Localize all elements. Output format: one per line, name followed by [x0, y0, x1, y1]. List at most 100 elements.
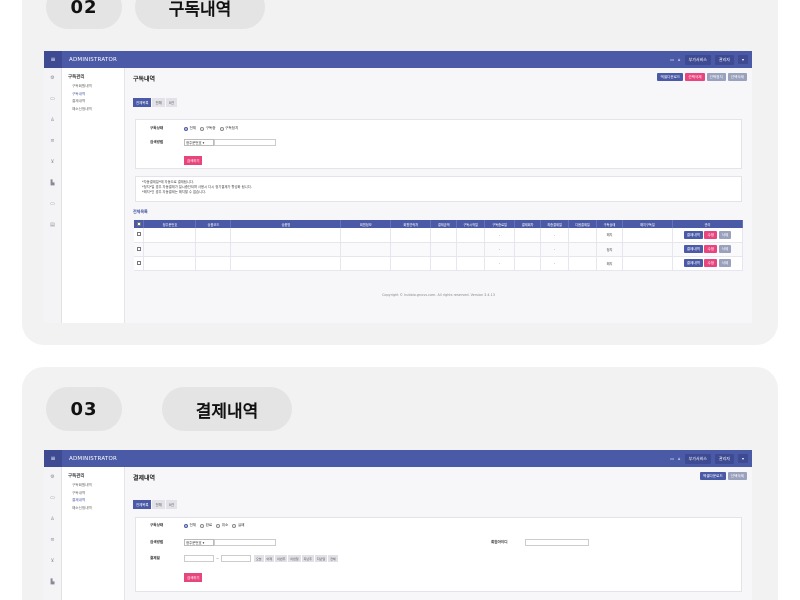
- submenu-item[interactable]: 구독회원내역: [72, 84, 118, 89]
- edit-button[interactable]: 수정: [704, 230, 718, 239]
- chart-icon[interactable]: ▙: [44, 173, 61, 194]
- column-header[interactable]: 구독종료일: [484, 220, 516, 228]
- topbar-link[interactable]: 부가서비스: [684, 453, 711, 464]
- column-header[interactable]: 정주문번호: [143, 220, 197, 228]
- checkbox-icon: [136, 246, 141, 251]
- menu-icon[interactable]: ≡: [44, 51, 62, 68]
- delete-selected-button[interactable]: 선택삭제: [727, 472, 747, 480]
- status-radio-failed[interactable]: 실패: [232, 523, 245, 528]
- date-button[interactable]: 전체: [328, 555, 338, 562]
- end-date-input[interactable]: [221, 555, 252, 562]
- search-input[interactable]: [214, 139, 276, 146]
- select-all-checkbox[interactable]: [134, 220, 145, 228]
- payment-history-button[interactable]: 결제내역: [683, 259, 703, 267]
- row-checkbox[interactable]: [134, 242, 145, 257]
- date-button[interactable]: 지난주: [301, 555, 314, 562]
- excel-download-button[interactable]: 엑셀다운로드: [699, 472, 726, 480]
- status-radio-paused[interactable]: 구독정지: [219, 126, 238, 131]
- column-header[interactable]: 회원정보: [340, 220, 392, 228]
- topbar-link[interactable]: 관리자: [714, 54, 734, 65]
- date-button[interactable]: 어제: [264, 555, 275, 562]
- monitor-icon[interactable]: ▭: [670, 57, 674, 62]
- column-header[interactable]: 다음결제일: [568, 220, 598, 228]
- search-button[interactable]: 검색하기: [184, 573, 203, 582]
- submenu-item[interactable]: 구독내역: [72, 92, 118, 97]
- column-header[interactable]: 구독시작일: [456, 220, 486, 228]
- topbar-link[interactable]: 부가서비스: [684, 54, 711, 65]
- home-icon[interactable]: ⌂: [678, 456, 681, 461]
- edit-button[interactable]: 수정: [704, 259, 718, 267]
- submenu-item[interactable]: 구독내역: [72, 491, 118, 496]
- member-id-input[interactable]: [525, 539, 589, 546]
- home-icon[interactable]: ⌂: [678, 57, 681, 62]
- folder-icon[interactable]: ▭: [44, 194, 61, 215]
- chevron-down-icon[interactable]: ▾: [737, 55, 748, 64]
- status-radio-all[interactable]: 전체: [184, 523, 196, 528]
- date-button[interactable]: 이번주: [275, 555, 288, 562]
- delete-selected-button[interactable]: 선택삭제: [685, 73, 705, 81]
- list-icon[interactable]: ≡: [44, 530, 61, 551]
- folder-icon[interactable]: ▭: [44, 488, 61, 509]
- status-radio-cancel[interactable]: 취소: [216, 523, 228, 528]
- chart-icon[interactable]: ▙: [44, 572, 61, 593]
- edit-button[interactable]: 수정: [704, 245, 718, 253]
- status-radio-complete[interactable]: 완료: [200, 523, 212, 528]
- column-header[interactable]: 해지구독일: [622, 220, 673, 228]
- gear-icon[interactable]: ⚙: [44, 467, 61, 488]
- cart-icon[interactable]: ⊻: [44, 551, 61, 572]
- column-header[interactable]: 최종결제일: [540, 220, 570, 228]
- tab-all-list[interactable]: 전체목록: [133, 98, 152, 107]
- pause-selected-button[interactable]: 선택정지: [706, 73, 726, 81]
- cell-value: -: [484, 256, 516, 271]
- column-header[interactable]: 구독상태: [596, 220, 623, 228]
- user-icon[interactable]: ♙: [44, 110, 61, 131]
- payment-history-button[interactable]: 결제내역: [683, 230, 703, 239]
- monitor-icon[interactable]: ▭: [670, 456, 674, 461]
- calendar-icon[interactable]: ▤: [44, 215, 61, 236]
- chevron-down-icon[interactable]: ▾: [737, 454, 748, 463]
- row-checkbox[interactable]: [134, 256, 145, 271]
- start-date-input[interactable]: [184, 555, 214, 562]
- menu-icon[interactable]: ≡: [44, 450, 62, 467]
- status-radio-all[interactable]: 전체: [184, 126, 196, 131]
- submenu-item[interactable]: 해소신청내역: [72, 107, 118, 112]
- topbar-link[interactable]: 관리자: [714, 453, 734, 464]
- column-header[interactable]: 회원연락처: [390, 220, 432, 228]
- delete-selected-button[interactable]: 선택삭제: [727, 73, 747, 81]
- column-header[interactable]: 결제회차: [514, 220, 542, 228]
- folder-icon[interactable]: ▭: [44, 89, 61, 110]
- delete-button[interactable]: 삭제: [718, 245, 732, 253]
- submenu-item[interactable]: 구독회원내역: [72, 483, 118, 488]
- tab-all[interactable]: 전체: [152, 98, 165, 107]
- footer-copyright: Copyright © hubbio.gnuvs.com. All rights…: [382, 293, 495, 297]
- user-icon[interactable]: ♙: [44, 509, 61, 530]
- delete-button[interactable]: 삭제: [718, 230, 732, 239]
- search-input[interactable]: [214, 539, 276, 546]
- submenu-item[interactable]: 해소신청내역: [72, 506, 118, 511]
- folder-icon[interactable]: ▭: [44, 593, 61, 600]
- icon-rail: ⚙ ▭ ♙ ≡ ⊻ ▙ ▭: [44, 467, 62, 600]
- date-button[interactable]: 지난달: [314, 555, 328, 562]
- method-select[interactable]: 정주문번호 ▾: [184, 139, 214, 146]
- submenu-item[interactable]: 결제내역: [72, 498, 118, 503]
- radio-icon: [184, 126, 188, 131]
- tab-all-list[interactable]: 전체목록: [133, 500, 152, 509]
- delete-button[interactable]: 삭제: [718, 259, 732, 267]
- status-radio-active[interactable]: 구독중: [200, 126, 216, 131]
- payment-history-button[interactable]: 결제내역: [683, 245, 703, 253]
- row-checkbox[interactable]: [134, 228, 145, 243]
- list-icon[interactable]: ≡: [44, 131, 61, 152]
- cart-icon[interactable]: ⊻: [44, 152, 61, 173]
- column-header[interactable]: 상품코드: [195, 220, 232, 228]
- excel-download-button[interactable]: 엑셀다운로드: [657, 73, 684, 81]
- column-header[interactable]: 관리: [672, 220, 744, 228]
- column-header[interactable]: 상품명: [230, 220, 342, 228]
- column-header[interactable]: 결제금액: [430, 220, 458, 228]
- submenu-item[interactable]: 결제내역: [72, 99, 118, 104]
- gear-icon[interactable]: ⚙: [44, 68, 61, 89]
- search-button[interactable]: 검색하기: [184, 156, 203, 165]
- tab-all[interactable]: 전체: [152, 500, 165, 509]
- method-select[interactable]: 정주문번호 ▾: [184, 539, 214, 546]
- date-button[interactable]: 이번달: [288, 555, 301, 562]
- date-button[interactable]: 오늘: [254, 555, 264, 562]
